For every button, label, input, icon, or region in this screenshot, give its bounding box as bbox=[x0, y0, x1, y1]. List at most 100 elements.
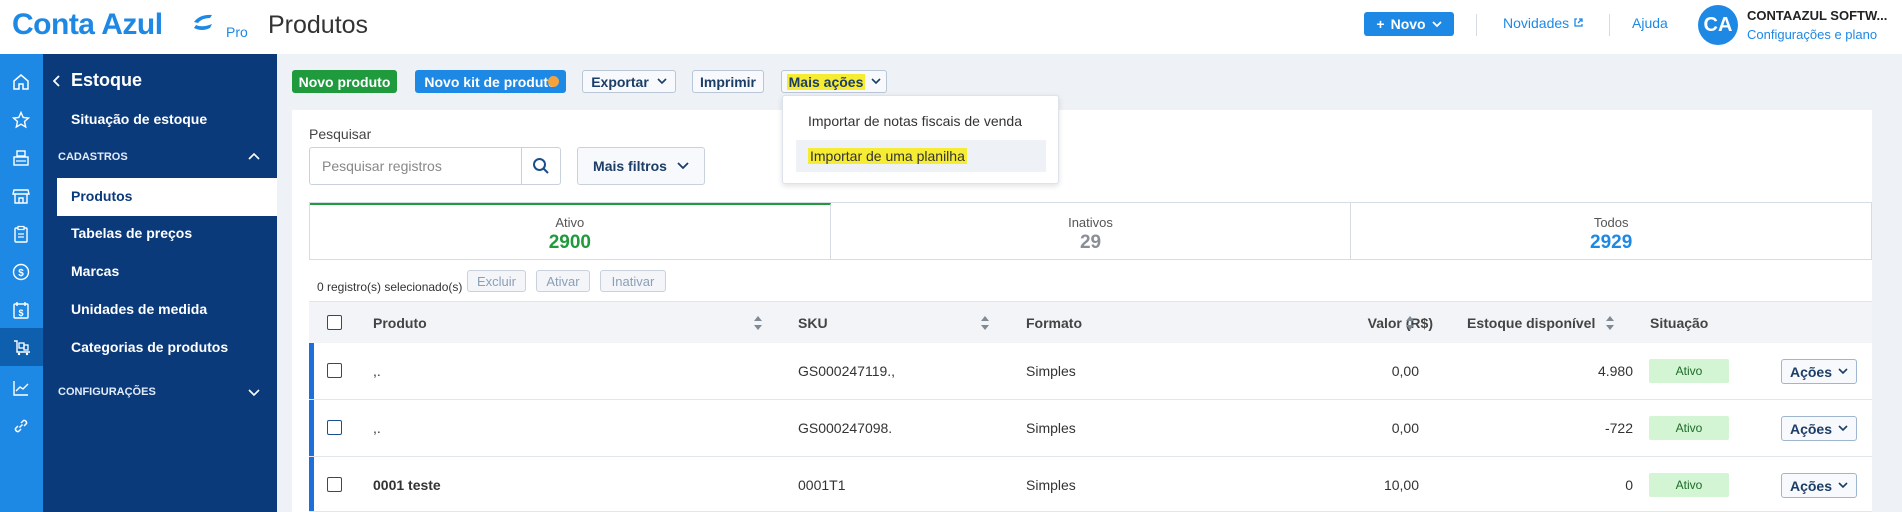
mais-acoes-button[interactable]: Mais ações bbox=[781, 70, 887, 93]
novidades-link[interactable]: Novidades bbox=[1503, 15, 1584, 31]
external-link-icon bbox=[1574, 18, 1583, 27]
acoes-button[interactable]: Ações bbox=[1781, 416, 1857, 441]
sort-icon[interactable] bbox=[1405, 314, 1415, 332]
novo-kit-produto-button[interactable]: Novo kit de produto bbox=[415, 70, 566, 93]
dollar-icon[interactable]: $ bbox=[9, 260, 33, 284]
menu-item-importar-planilha[interactable]: Importar de uma planilha bbox=[796, 140, 1046, 172]
chevron-up-icon[interactable] bbox=[248, 152, 260, 160]
plus-icon: + bbox=[1376, 16, 1385, 32]
cell-estoque: 4.980 bbox=[1597, 363, 1633, 379]
table-row[interactable]: ,. GS000247119., Simples 0,00 4.980 Ativ… bbox=[309, 343, 1872, 400]
home-icon[interactable] bbox=[9, 70, 33, 94]
column-header-formato[interactable]: Formato bbox=[1026, 315, 1082, 331]
clipboard-icon[interactable] bbox=[9, 222, 33, 246]
cell-produto[interactable]: ,. bbox=[373, 363, 381, 379]
ativar-button[interactable]: Ativar bbox=[536, 270, 590, 292]
search-input[interactable]: Pesquisar registros bbox=[309, 147, 521, 185]
sidebar-item-categorias-produtos[interactable]: Categorias de produtos bbox=[71, 339, 228, 355]
cash-register-icon[interactable] bbox=[9, 146, 33, 170]
mais-filtros-button[interactable]: Mais filtros bbox=[577, 147, 705, 185]
link-icon[interactable] bbox=[9, 414, 33, 438]
mais-acoes-label: Mais ações bbox=[786, 73, 866, 90]
sidebar-section-configuracoes[interactable]: CONFIGURAÇÕES bbox=[58, 386, 156, 398]
search-button[interactable] bbox=[521, 147, 561, 185]
select-all-checkbox[interactable] bbox=[327, 315, 342, 330]
sort-icon[interactable] bbox=[753, 314, 763, 332]
sidebar-item-produtos[interactable]: Produtos bbox=[57, 178, 277, 216]
acoes-button[interactable]: Ações bbox=[1781, 359, 1857, 384]
sidebar-item-marcas[interactable]: Marcas bbox=[71, 263, 119, 279]
inventory-icon[interactable] bbox=[0, 328, 43, 366]
sidebar-section-cadastros[interactable]: CADASTROS bbox=[58, 151, 128, 163]
sidebar-item-label: Produtos bbox=[71, 188, 133, 204]
header-divider bbox=[1476, 14, 1477, 36]
exportar-button[interactable]: Exportar bbox=[582, 70, 676, 93]
sort-icon[interactable] bbox=[1605, 314, 1615, 332]
svg-text:$: $ bbox=[18, 308, 23, 318]
tab-inativos[interactable]: Inativos 29 bbox=[831, 203, 1352, 259]
inativar-button[interactable]: Inativar bbox=[600, 270, 666, 292]
table-header: Produto SKU Formato Valor (R$) Estoque d… bbox=[309, 301, 1872, 343]
acoes-label: Ações bbox=[1789, 363, 1833, 380]
tab-count: 2929 bbox=[1590, 232, 1633, 253]
tab-ativo[interactable]: Ativo 2900 bbox=[310, 203, 831, 259]
mais-acoes-dropdown: Importar de notas fiscais de venda Impor… bbox=[782, 95, 1059, 184]
avatar[interactable]: CA bbox=[1698, 5, 1738, 45]
status-badge: Ativo bbox=[1649, 416, 1729, 440]
logo[interactable]: Conta Azul bbox=[12, 8, 163, 42]
tab-todos[interactable]: Todos 2929 bbox=[1351, 203, 1871, 259]
estoque-heading: Estoque bbox=[71, 70, 143, 90]
chevron-down-icon bbox=[677, 162, 689, 170]
column-header-produto[interactable]: Produto bbox=[373, 315, 427, 331]
cell-produto[interactable]: 0001 teste bbox=[373, 477, 441, 493]
sidebar-item-tabelas-precos[interactable]: Tabelas de preços bbox=[71, 225, 192, 241]
star-icon[interactable] bbox=[9, 108, 33, 132]
search-label: Pesquisar bbox=[309, 126, 372, 142]
column-header-valor[interactable]: Valor (R$) bbox=[1323, 315, 1433, 331]
table-row[interactable]: 0001 teste 0001T1 Simples 10,00 0 Ativo … bbox=[309, 457, 1872, 512]
cell-valor: 0,00 bbox=[1391, 420, 1419, 436]
cell-produto[interactable]: ,. bbox=[373, 420, 381, 436]
sidebar-item-unidades-medida[interactable]: Unidades de medida bbox=[71, 301, 207, 317]
status-badge: Ativo bbox=[1649, 359, 1729, 383]
sidebar: Estoque Situação de estoque CADASTROS Pr… bbox=[43, 54, 277, 512]
menu-item-importar-notas[interactable]: Importar de notas fiscais de venda bbox=[796, 105, 1046, 137]
pro-badge: Pro bbox=[226, 24, 248, 40]
row-checkbox[interactable] bbox=[327, 477, 342, 492]
chevron-down-icon[interactable] bbox=[248, 389, 260, 397]
novo-button[interactable]: + Novo bbox=[1364, 12, 1454, 36]
status-tabs: Ativo 2900 Inativos 29 Todos 2929 bbox=[309, 202, 1872, 260]
sort-icon[interactable] bbox=[980, 314, 990, 332]
excluir-button[interactable]: Excluir bbox=[467, 270, 526, 292]
ajuda-link[interactable]: Ajuda bbox=[1632, 15, 1668, 31]
sidebar-item-situacao-estoque[interactable]: Situação de estoque bbox=[71, 111, 207, 127]
cell-valor: 0,00 bbox=[1391, 363, 1419, 379]
row-checkbox[interactable] bbox=[327, 420, 342, 435]
table-row[interactable]: ,. GS000247098. Simples 0,00 -722 Ativo … bbox=[309, 400, 1872, 457]
cell-sku: GS000247119., bbox=[798, 363, 896, 379]
configuracoes-plano-link[interactable]: Configurações e plano bbox=[1747, 27, 1877, 42]
novo-produto-button[interactable]: Novo produto bbox=[292, 70, 397, 93]
chart-icon[interactable] bbox=[9, 376, 33, 400]
imprimir-button[interactable]: Imprimir bbox=[692, 70, 764, 93]
store-icon[interactable] bbox=[9, 184, 33, 208]
chevron-down-icon bbox=[1838, 482, 1848, 489]
back-to-estoque[interactable]: Estoque bbox=[53, 70, 142, 91]
selected-count: 0 registro(s) selecionado(s) bbox=[317, 280, 463, 294]
mais-filtros-label: Mais filtros bbox=[593, 158, 667, 174]
cell-formato: Simples bbox=[1026, 477, 1076, 493]
row-checkbox[interactable] bbox=[327, 363, 342, 378]
calendar-dollar-icon[interactable]: $ bbox=[9, 298, 33, 322]
acoes-button[interactable]: Ações bbox=[1781, 473, 1857, 498]
cell-estoque: 0 bbox=[1625, 477, 1633, 493]
column-header-situacao[interactable]: Situação bbox=[1650, 315, 1708, 331]
column-header-sku[interactable]: SKU bbox=[798, 315, 828, 331]
column-header-estoque[interactable]: Estoque disponível bbox=[1467, 315, 1595, 331]
chevron-down-icon bbox=[871, 78, 881, 85]
cell-sku: GS000247098. bbox=[798, 420, 893, 436]
cell-estoque: -722 bbox=[1604, 420, 1633, 436]
icon-rail: $ $ bbox=[0, 54, 43, 512]
top-header: Conta Azul Pro Produtos + Novo Novidades… bbox=[0, 0, 1902, 54]
tab-label: Todos bbox=[1593, 215, 1629, 230]
cell-valor: 10,00 bbox=[1383, 477, 1419, 493]
